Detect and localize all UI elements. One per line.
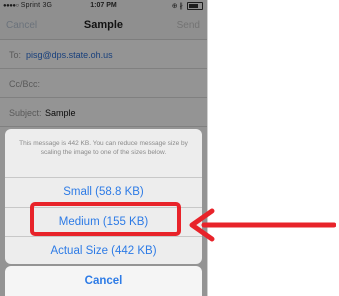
pointer-arrow-icon <box>189 208 336 242</box>
phone-screen: ●●●●○ Sprint 3G 1:07 PM ⊕ ∦ Cancel Sampl… <box>0 0 208 296</box>
actual-size-option[interactable]: Actual Size (442 KB) <box>5 236 202 264</box>
resize-action-sheet: This message is 442 KB. You can reduce m… <box>5 129 202 264</box>
sheet-message: This message is 442 KB. You can reduce m… <box>19 140 188 156</box>
highlight-box <box>30 202 181 236</box>
cancel-sheet-button[interactable]: Cancel <box>5 266 202 296</box>
